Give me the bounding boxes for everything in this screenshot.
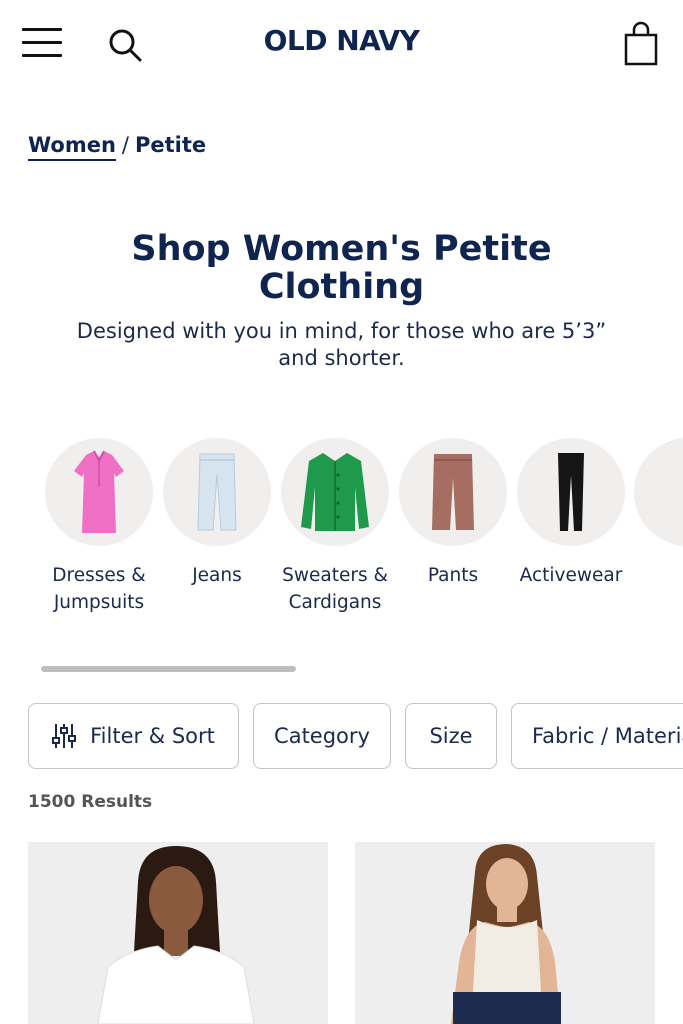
filter-sort-button[interactable]: Filter & Sort <box>28 703 239 769</box>
product-card[interactable] <box>355 842 655 1024</box>
category-sweaters-cardigans[interactable]: Sweaters & Cardigans <box>270 438 400 616</box>
category-filter-label: Category <box>274 724 370 748</box>
category-dresses-jumpsuits[interactable]: Dresses & Jumpsuits <box>34 438 164 616</box>
fabric-filter-label: Fabric / Material <box>532 724 683 748</box>
category-label: Dresses & Jumpsuits <box>52 565 146 613</box>
category-jeans[interactable]: Jeans <box>152 438 282 589</box>
black-leggings-icon <box>517 438 625 546</box>
size-filter-label: Size <box>429 724 473 748</box>
old-navy-logo[interactable]: OLD NAVY <box>0 24 683 57</box>
category-filter-button[interactable]: Category <box>253 703 391 769</box>
results-count: 1500 Results <box>28 792 153 812</box>
size-filter-button[interactable]: Size <box>405 703 497 769</box>
pink-dress-icon <box>45 438 153 546</box>
breadcrumb: Women / Petite <box>28 133 207 161</box>
breadcrumb-current: Petite <box>135 133 207 157</box>
category-label: Jeans <box>192 565 242 586</box>
filter-bar: Filter & Sort Category Size Fabric / Mat… <box>0 703 683 771</box>
carousel-scrollbar[interactable] <box>41 666 296 672</box>
product-card[interactable] <box>28 842 328 1024</box>
breadcrumb-women-link[interactable]: Women <box>28 133 116 161</box>
light-jeans-icon <box>163 438 271 546</box>
fabric-filter-button[interactable]: Fabric / Material <box>511 703 683 769</box>
category-label: Sweaters & Cardigans <box>282 565 388 613</box>
category-next-partial[interactable] <box>634 438 683 546</box>
category-label: Activewear <box>519 565 623 586</box>
page-subtitle: Designed with you in mind, for those who… <box>76 319 607 370</box>
category-carousel: Dresses & Jumpsuits Jeans Sweaters & Car… <box>0 438 683 628</box>
shopping-bag-icon[interactable] <box>622 20 660 68</box>
sliders-icon <box>52 722 77 750</box>
category-activewear[interactable]: Activewear <box>506 438 636 589</box>
page-title: Shop Women's Petite Clothing <box>131 229 552 307</box>
product-image <box>355 842 655 1024</box>
category-pants[interactable]: Pants <box>388 438 518 589</box>
site-header: OLD NAVY <box>0 0 683 90</box>
filter-sort-label: Filter & Sort <box>90 724 215 748</box>
green-cardigan-icon <box>281 438 389 546</box>
category-label: Pants <box>427 565 479 586</box>
product-image <box>28 842 328 1024</box>
brown-pants-icon <box>399 438 507 546</box>
breadcrumb-separator: / <box>121 133 129 157</box>
